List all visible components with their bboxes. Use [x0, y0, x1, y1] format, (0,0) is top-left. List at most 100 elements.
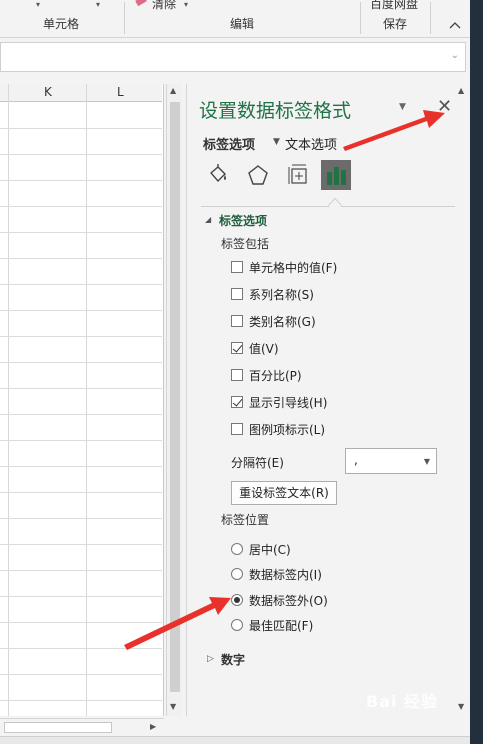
radio-inside-end[interactable]: 数据标签内(I): [231, 565, 322, 583]
dropdown-arrow-icon[interactable]: ▾: [36, 0, 40, 9]
separator-select[interactable]: , ▼: [345, 448, 437, 474]
section-label-options[interactable]: 标签选项: [219, 212, 267, 229]
checkbox-label: 值(V): [249, 341, 279, 356]
ribbon: ▾ ▾ 单元格 清除 ▾ 编辑 百度网盘 保存: [0, 0, 470, 38]
checkbox-series-name[interactable]: 系列名称(S): [231, 285, 314, 303]
grid-line: [0, 440, 162, 441]
grid-line: [0, 128, 162, 129]
grid-line: [0, 206, 162, 207]
grid-line: [0, 388, 162, 389]
selected-tab-notch: [327, 197, 343, 213]
format-data-labels-pane: 设置数据标签格式 ▼ ✕ 标签选项 ▼ 文本选项 ◢ 标签选项 标签包括 单元格…: [186, 84, 470, 716]
checkbox-value[interactable]: 值(V): [231, 339, 279, 357]
radio-button[interactable]: [231, 594, 243, 606]
grid-line: [0, 284, 162, 285]
grid-line: [0, 180, 162, 181]
checkbox[interactable]: [231, 342, 243, 354]
pentagon-icon[interactable]: [243, 160, 273, 190]
checkbox-label: 显示引导线(H): [249, 395, 328, 410]
ribbon-group-label: 编辑: [229, 17, 254, 31]
checkbox[interactable]: [231, 396, 243, 408]
grid-line: [0, 700, 162, 701]
pane-title: 设置数据标签格式: [199, 100, 352, 122]
collapse-triangle-icon[interactable]: ◢: [205, 215, 211, 224]
radio-button[interactable]: [231, 568, 243, 580]
ribbon-separator: [360, 2, 361, 34]
grid-line: [0, 570, 162, 571]
section-number[interactable]: 数字: [221, 651, 245, 668]
grid-line: [0, 648, 162, 649]
separator-value: ,: [354, 453, 358, 467]
radio-label: 居中(C): [249, 542, 291, 557]
grid-line: [0, 362, 162, 363]
radio-label: 数据标签外(O): [249, 593, 328, 608]
scroll-right-icon[interactable]: ▶: [150, 722, 156, 731]
chevron-down-icon[interactable]: ▼: [273, 137, 280, 147]
scroll-thumb[interactable]: [170, 102, 180, 692]
radio-center[interactable]: 居中(C): [231, 540, 291, 558]
column-header-l[interactable]: L: [117, 85, 124, 99]
scroll-down-icon[interactable]: ▼: [170, 702, 176, 711]
column-header-k[interactable]: K: [44, 85, 52, 99]
vertical-scrollbar[interactable]: ▲ ▼: [166, 84, 182, 716]
expand-triangle-icon[interactable]: ▷: [207, 654, 214, 664]
checkbox-percentage[interactable]: 百分比(P): [231, 366, 302, 384]
radio-outside-end[interactable]: 数据标签外(O): [231, 591, 328, 609]
scroll-up-icon[interactable]: ▲: [458, 86, 464, 95]
ribbon-separator: [430, 2, 431, 34]
status-strip: [0, 736, 470, 744]
checkbox[interactable]: [231, 423, 243, 435]
size-properties-icon[interactable]: [283, 160, 313, 190]
expand-formula-bar-icon[interactable]: ⌄: [451, 50, 459, 61]
grid-line: [0, 596, 162, 597]
checkbox-label: 图例项标示(L): [249, 422, 326, 437]
formula-bar[interactable]: ⌄: [0, 42, 466, 72]
scroll-track[interactable]: [4, 722, 112, 733]
checkbox-cell-value[interactable]: 单元格中的值(F): [231, 258, 337, 276]
radio-button[interactable]: [231, 619, 243, 631]
grid-line: [0, 622, 162, 623]
dropdown-arrow-icon[interactable]: ▾: [96, 0, 100, 9]
checkbox-label: 类别名称(G): [249, 314, 316, 329]
ribbon-group-cells: ▾ ▾ 单元格: [0, 0, 122, 38]
radio-button[interactable]: [231, 543, 243, 555]
horizontal-scrollbar[interactable]: ▶: [0, 718, 164, 736]
checkbox[interactable]: [231, 288, 243, 300]
grid-line: [0, 310, 162, 311]
collapse-ribbon-icon[interactable]: [448, 18, 462, 32]
pane-icon-tabs: [201, 160, 461, 192]
watermark: Bai 经验: [366, 692, 439, 711]
pane-scrollbar[interactable]: ▲ ▼: [455, 84, 469, 716]
checkbox[interactable]: [231, 369, 243, 381]
separator-label: 分隔符(E): [231, 456, 284, 470]
ribbon-group-editing: 编辑: [126, 0, 358, 38]
checkbox-label: 单元格中的值(F): [249, 260, 338, 275]
baidu-netdisk-button[interactable]: 百度网盘: [370, 0, 418, 12]
grid-line: [0, 336, 162, 337]
ribbon-separator: [124, 2, 125, 34]
radio-best-fit[interactable]: 最佳匹配(F): [231, 616, 313, 634]
fill-bucket-icon[interactable]: [203, 160, 233, 190]
bar-chart-icon[interactable]: [321, 160, 351, 190]
tab-text-options[interactable]: 文本选项: [285, 134, 337, 153]
reset-label-text-button[interactable]: 重设标签文本(R): [231, 481, 337, 505]
tab-label-options[interactable]: 标签选项: [203, 134, 255, 153]
radio-label: 数据标签内(I): [249, 567, 322, 582]
scroll-up-icon[interactable]: ▲: [170, 86, 176, 95]
grid-line: [0, 414, 162, 415]
excel-window: ▾ ▾ 单元格 清除 ▾ 编辑 百度网盘 保存 ⌄ K L ▲ ▼ ▶ 设置数据…: [0, 0, 470, 744]
chevron-down-icon[interactable]: ▼: [424, 457, 430, 466]
grid-line: [0, 466, 162, 467]
ribbon-group-label: 保存: [382, 17, 407, 31]
grid-line: [0, 258, 162, 259]
close-icon[interactable]: ✕: [437, 96, 452, 117]
ribbon-group-save: 百度网盘 保存: [362, 0, 428, 38]
checkbox-leader-lines[interactable]: 显示引导线(H): [231, 393, 327, 411]
checkbox-category-name[interactable]: 类别名称(G): [231, 312, 316, 330]
pane-options-dropdown-icon[interactable]: ▼: [399, 102, 406, 112]
checkbox[interactable]: [231, 261, 243, 273]
scroll-down-icon[interactable]: ▼: [458, 702, 464, 711]
checkbox-legend-key[interactable]: 图例项标示(L): [231, 420, 325, 438]
worksheet-grid[interactable]: K L: [0, 84, 164, 716]
checkbox[interactable]: [231, 315, 243, 327]
